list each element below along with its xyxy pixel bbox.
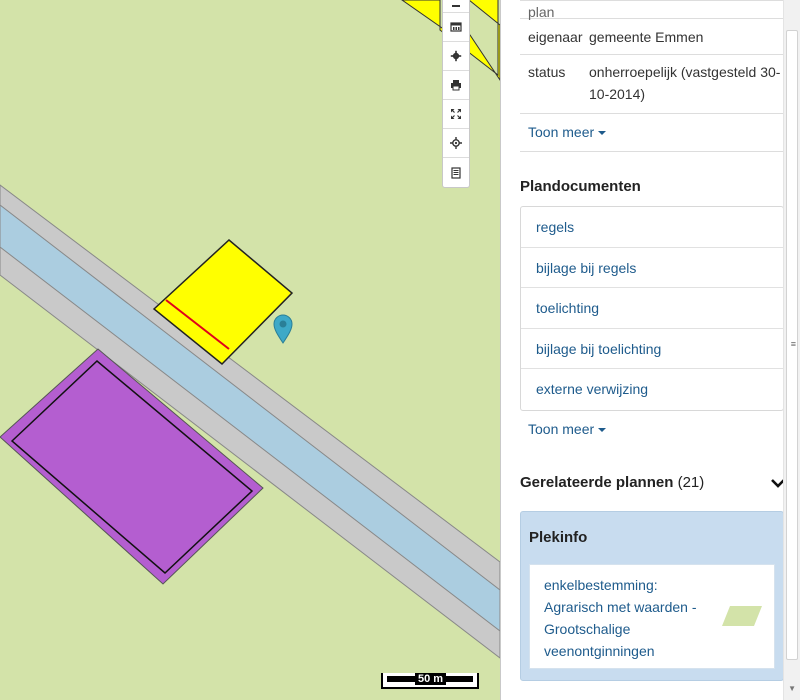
document-icon <box>451 166 461 179</box>
settings-button[interactable] <box>443 42 469 71</box>
info-value: gemeente Emmen <box>589 28 704 45</box>
legend-icon <box>450 22 462 32</box>
panel-content: plan eigenaar gemeente Emmen status onhe… <box>520 0 785 681</box>
toon-meer-label: Toon meer <box>528 420 595 437</box>
zoom-out-button[interactable] <box>443 0 469 13</box>
info-key: plan <box>528 4 555 20</box>
related-title: Gerelateerde plannen <box>520 474 674 491</box>
info-row-plan: plan <box>520 1 784 19</box>
plekinfo-title: Plekinfo <box>529 528 588 546</box>
toon-meer-info-link[interactable]: Toon meer <box>520 114 784 152</box>
document-button[interactable] <box>443 158 469 187</box>
caret-down-icon <box>598 131 607 136</box>
minus-icon <box>452 5 460 7</box>
caret-down-icon <box>598 427 607 432</box>
plekinfo-item[interactable]: enkelbestemming: Agrarisch met waarden -… <box>529 563 775 669</box>
fullscreen-button[interactable] <box>443 100 469 129</box>
gerelateerde-plannen-toggle[interactable]: Gerelateerde plannen (21) <box>520 469 785 497</box>
fullscreen-icon <box>451 109 461 119</box>
info-panel: plan eigenaar gemeente Emmen status onhe… <box>500 0 800 700</box>
info-row-eigenaar: eigenaar gemeente Emmen <box>520 19 784 55</box>
plan-info-table: plan eigenaar gemeente Emmen status onhe… <box>520 0 784 114</box>
related-count: (21) <box>677 474 705 491</box>
doc-link-bijlage-bij-regels[interactable]: bijlage bij regels <box>521 248 783 288</box>
doc-link-externe-verwijzing[interactable]: externe verwijzing <box>521 369 783 410</box>
plekinfo-item-label: enkelbestemming: Agrarisch met waarden -… <box>544 576 697 659</box>
plandocumenten-list: regels bijlage bij regels toelichting bi… <box>520 206 784 411</box>
toon-meer-documents-link[interactable]: Toon meer <box>520 417 784 441</box>
toon-meer-label: Toon meer <box>528 124 595 140</box>
map-view[interactable]: 50 m <box>0 0 500 700</box>
print-button[interactable] <box>443 71 469 100</box>
map-layers <box>0 0 500 659</box>
scroll-down-arrow-icon[interactable]: ▼ <box>788 684 796 693</box>
doc-link-toelichting[interactable]: toelichting <box>521 288 783 329</box>
plekinfo-box: Plekinfo enkelbestemming: Agrarisch met … <box>520 510 784 681</box>
scrollbar[interactable]: ≡ ▼ <box>783 0 800 700</box>
info-key: status <box>528 64 566 80</box>
legend-button[interactable] <box>443 13 469 42</box>
locate-icon <box>450 137 462 149</box>
color-swatch-icon <box>722 605 762 626</box>
doc-link-bijlage-bij-toelichting[interactable]: bijlage bij toelichting <box>521 329 783 369</box>
info-row-status: status onherroepelijk (vastgesteld 30-10… <box>520 55 784 114</box>
info-key: eigenaar <box>528 28 583 45</box>
gerelateerde-plannen-title: Gerelateerde plannen (21) <box>520 474 704 491</box>
locate-button[interactable] <box>443 129 469 158</box>
settings-icon <box>450 50 462 62</box>
map-marker-icon[interactable] <box>272 314 294 344</box>
scale-label: 50 m <box>415 673 447 685</box>
plandocumenten-title: Plandocumenten <box>520 178 641 195</box>
info-value: onherroepelijk (vastgesteld 30-10-2014) <box>589 64 781 102</box>
grip-icon: ≡ <box>790 339 796 349</box>
scale-bar: 50 m <box>381 673 479 689</box>
map-toolbar <box>442 0 470 188</box>
doc-link-regels[interactable]: regels <box>521 207 783 248</box>
print-icon <box>451 80 461 91</box>
